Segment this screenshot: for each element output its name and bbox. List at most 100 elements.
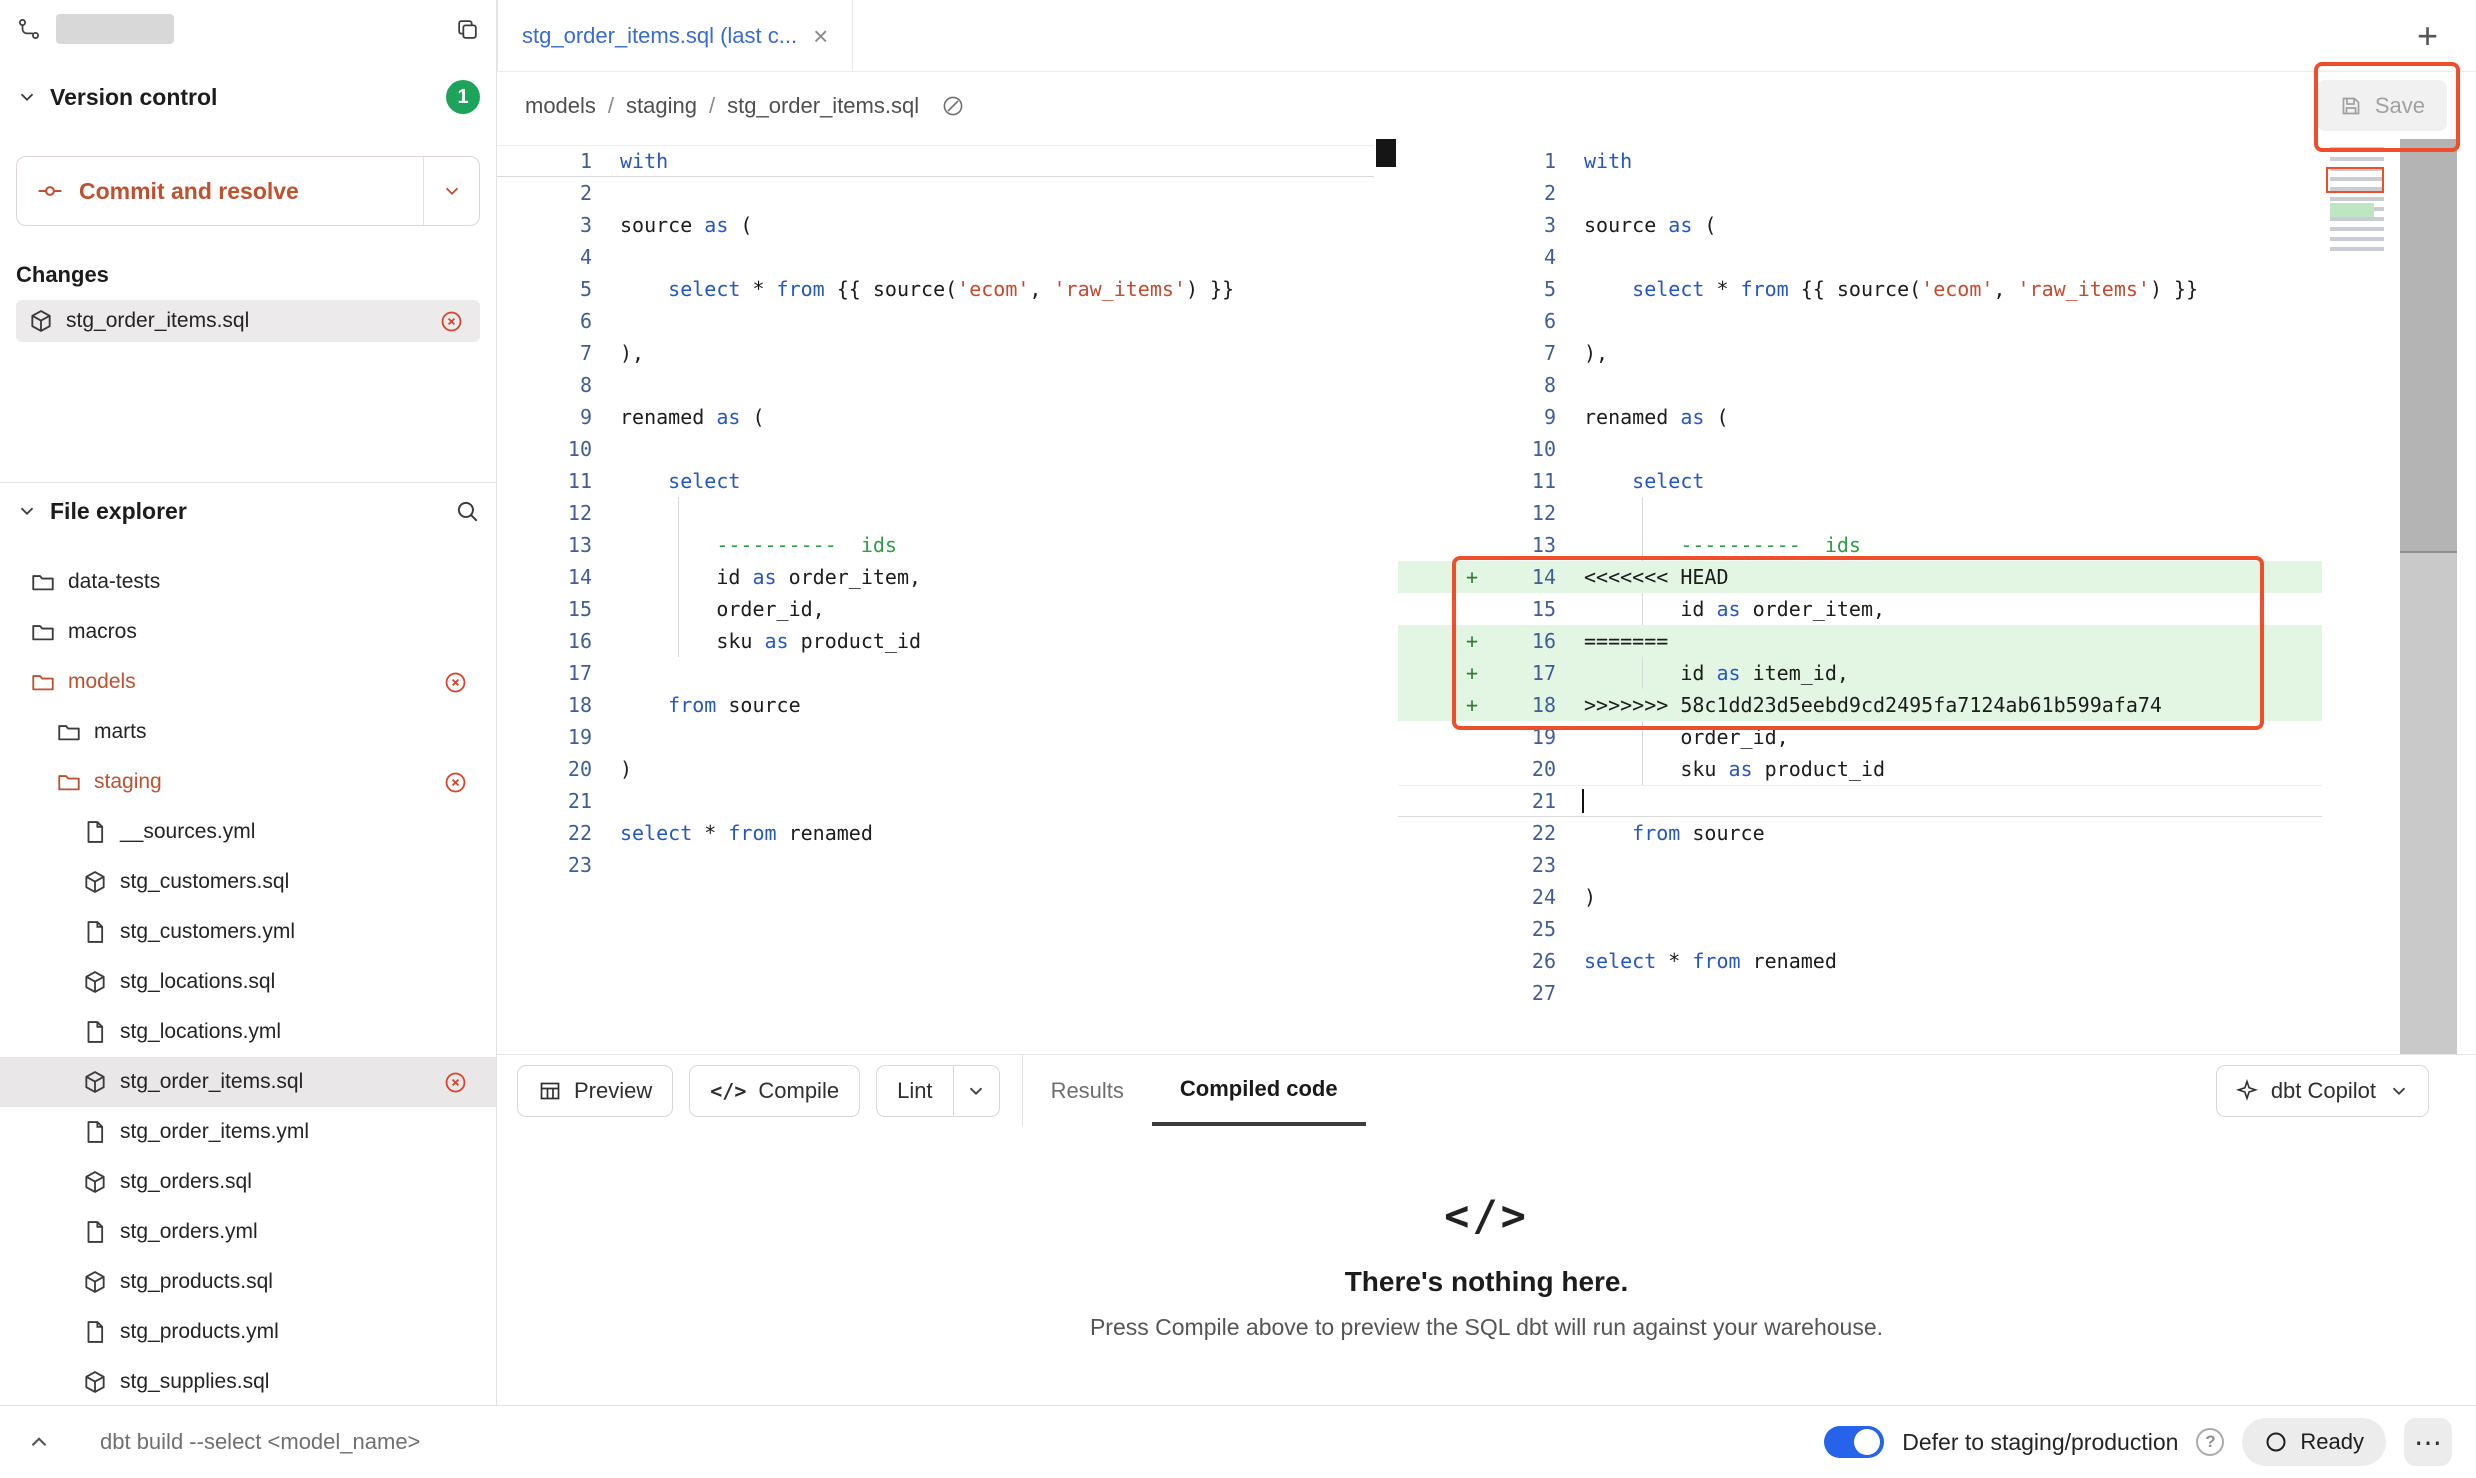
search-icon[interactable] <box>454 498 480 524</box>
diff-added-marker <box>1398 337 1478 369</box>
item-label: stg_orders.yml <box>120 1220 258 1244</box>
ready-status-button[interactable]: Ready <box>2242 1418 2386 1466</box>
chevron-up-icon[interactable] <box>26 1429 52 1455</box>
code-editor-pane-left[interactable]: 1with23source as (45 select * from {{ so… <box>497 139 1374 1054</box>
folder-icon <box>56 769 82 795</box>
chevron-down-icon <box>965 1080 987 1102</box>
help-icon[interactable]: ? <box>2196 1428 2224 1456</box>
code-editor-pane-right[interactable]: 1with23source as (45 select * from {{ so… <box>1398 139 2322 1054</box>
line-number: 21 <box>1478 785 1556 817</box>
diff-added-marker <box>1398 529 1478 561</box>
code-line-9: 9renamed as ( <box>1398 401 2322 433</box>
folder-item-models[interactable]: models <box>0 657 496 707</box>
file-item-stg-customers-sql[interactable]: stg_customers.sql <box>0 857 496 907</box>
command-text[interactable]: dbt build --select <model_name> <box>100 1429 420 1455</box>
breadcrumb-models[interactable]: models <box>525 93 596 119</box>
scrollbar-thumb[interactable] <box>2400 139 2457 553</box>
version-control-header[interactable]: Version control 1 <box>16 74 480 120</box>
indent-guide <box>1642 529 1643 561</box>
code-line-23: 23 <box>497 849 1374 881</box>
code-line-16: +16======= <box>1398 625 2322 657</box>
file-item-stg-products-yml[interactable]: stg_products.yml <box>0 1307 496 1357</box>
folder-icon <box>30 669 56 695</box>
line-number: 8 <box>497 369 592 401</box>
branch-icon[interactable] <box>16 16 42 42</box>
model-file-icon <box>28 308 54 334</box>
line-number: 6 <box>1478 305 1556 337</box>
breadcrumb-staging[interactable]: staging <box>626 93 697 119</box>
lint-options-dropdown[interactable] <box>953 1066 999 1116</box>
compile-button[interactable]: </> Compile <box>689 1065 860 1117</box>
indent-guide <box>678 625 679 657</box>
folder-item-staging[interactable]: staging <box>0 757 496 807</box>
tab-results[interactable]: Results <box>1023 1055 1152 1126</box>
scrollbar-thumb[interactable] <box>1376 139 1396 167</box>
lint-button[interactable]: Lint <box>877 1066 952 1116</box>
sidebar: Version control 1 Commit and resolve Cha… <box>0 0 497 1405</box>
status-circle-icon <box>2264 1430 2288 1454</box>
diff-added-marker <box>1398 977 1478 1009</box>
code-line-12: 12 <box>497 497 1374 529</box>
line-number: 2 <box>1478 177 1556 209</box>
more-options-button[interactable]: ⋯ <box>2404 1418 2452 1466</box>
minimap[interactable] <box>2322 139 2396 1054</box>
file-item-stg-products-sql[interactable]: stg_products.sql <box>0 1257 496 1307</box>
save-button[interactable]: Save <box>2317 80 2447 131</box>
line-number: 15 <box>497 593 592 625</box>
file-explorer-title: File explorer <box>50 498 187 525</box>
folder-item-macros[interactable]: macros <box>0 607 496 657</box>
breadcrumb-file[interactable]: stg_order_items.sql <box>727 93 919 119</box>
line-number: 17 <box>1478 657 1556 689</box>
item-label: stg_customers.sql <box>120 870 289 894</box>
commit-and-resolve-main[interactable]: Commit and resolve <box>17 157 423 225</box>
new-tab-icon[interactable]: + <box>2417 15 2438 57</box>
line-number: 19 <box>497 721 592 753</box>
file-explorer-header[interactable]: File explorer <box>0 483 496 539</box>
code-line-17: 17 <box>497 657 1374 689</box>
editor-tab-bar: stg_order_items.sql (last c... × + <box>497 0 2476 72</box>
indent-guide <box>1642 721 1643 753</box>
tab-compiled-code[interactable]: Compiled code <box>1152 1055 1366 1126</box>
file-item-stg-locations-sql[interactable]: stg_locations.sql <box>0 957 496 1007</box>
commit-options-dropdown[interactable] <box>423 157 479 225</box>
file-item-stg-customers-yml[interactable]: stg_customers.yml <box>0 907 496 957</box>
dbt-copilot-button[interactable]: dbt Copilot <box>2216 1065 2429 1117</box>
tab-stg-order-items[interactable]: stg_order_items.sql (last c... × <box>497 0 853 71</box>
discard-change-icon[interactable] <box>443 770 468 795</box>
copy-icon[interactable] <box>455 17 480 42</box>
cube-icon <box>82 869 108 895</box>
file-item-stg-order-items-sql[interactable]: stg_order_items.sql <box>0 1057 496 1107</box>
code-line-6: 6 <box>1398 305 2322 337</box>
preview-button[interactable]: Preview <box>517 1065 673 1117</box>
line-number: 27 <box>1478 977 1556 1009</box>
diff-added-marker <box>1398 209 1478 241</box>
file-item-stg-orders-sql[interactable]: stg_orders.sql <box>0 1157 496 1207</box>
line-number: 11 <box>497 465 592 497</box>
file-item-stg-supplies-sql[interactable]: stg_supplies.sql <box>0 1357 496 1405</box>
item-label: macros <box>68 620 137 644</box>
defer-toggle[interactable] <box>1824 1426 1884 1458</box>
code-line-14: 14 id as order_item, <box>497 561 1374 593</box>
code-line-17: +17 id as item_id, <box>1398 657 2322 689</box>
folder-item-data-tests[interactable]: data-tests <box>0 557 496 607</box>
cube-icon <box>82 1069 108 1095</box>
left-pane-scrollbar[interactable] <box>1374 139 1398 1054</box>
discard-change-icon[interactable] <box>443 1070 468 1095</box>
commit-and-resolve-button[interactable]: Commit and resolve <box>16 156 480 226</box>
discard-change-icon[interactable] <box>439 309 464 334</box>
editor-scrollbar[interactable] <box>2400 139 2457 1054</box>
file-item-stg-order-items-yml[interactable]: stg_order_items.yml <box>0 1107 496 1157</box>
discard-change-icon[interactable] <box>443 670 468 695</box>
file-item-stg-locations-yml[interactable]: stg_locations.yml <box>0 1007 496 1057</box>
diff-added-marker: + <box>1398 561 1478 593</box>
folder-item-marts[interactable]: marts <box>0 707 496 757</box>
changed-file-row[interactable]: stg_order_items.sql <box>16 300 480 342</box>
file-item--sources-yml[interactable]: __sources.yml <box>0 807 496 857</box>
file-item-stg-orders-yml[interactable]: stg_orders.yml <box>0 1207 496 1257</box>
version-control-title: Version control <box>50 84 217 111</box>
code-line-4: 4 <box>1398 241 2322 273</box>
close-tab-icon[interactable]: × <box>813 23 828 49</box>
code-line-8: 8 <box>497 369 1374 401</box>
dbt-copilot-icon <box>2235 1079 2259 1103</box>
code-line-6: 6 <box>497 305 1374 337</box>
